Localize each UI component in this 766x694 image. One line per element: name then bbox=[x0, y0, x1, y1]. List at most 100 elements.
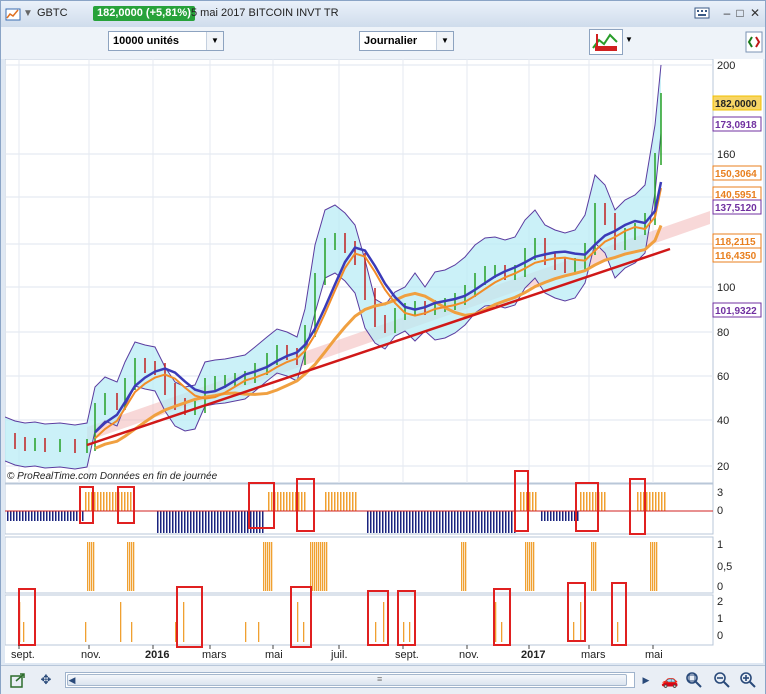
indicator-1-bar bbox=[280, 492, 282, 511]
keyboard-icon[interactable] bbox=[694, 6, 710, 20]
indicator-2-bar bbox=[91, 542, 93, 591]
side-panel-toggle-icon[interactable] bbox=[745, 31, 763, 53]
indicator-1-bar bbox=[655, 492, 657, 511]
indicator-3-bar bbox=[403, 622, 405, 642]
indicator-1-bar bbox=[163, 511, 165, 533]
indicator-1-bar bbox=[472, 511, 474, 533]
indicators-button[interactable] bbox=[589, 29, 623, 55]
symbol-label: GBTC bbox=[37, 7, 68, 19]
indicator-2-axis: 10,50 bbox=[717, 539, 732, 593]
price-label: 182,0000 bbox=[715, 99, 757, 110]
indicator-1-bar bbox=[640, 492, 642, 511]
indicator-1-bar bbox=[562, 511, 564, 521]
scroll-thumb[interactable] bbox=[67, 674, 627, 686]
indicator-1-bar bbox=[19, 511, 21, 521]
price-label: 116,4350 bbox=[715, 251, 757, 262]
chart-area[interactable]: 20016014012010080604020 182,0000173,0918… bbox=[4, 58, 763, 663]
indicator-2-bar bbox=[465, 542, 467, 591]
price-chart[interactable]: 20016014012010080604020 182,0000173,0918… bbox=[4, 58, 763, 663]
indicator-1-bar bbox=[391, 511, 393, 533]
cursor-tool-icon[interactable]: ✥ bbox=[37, 671, 55, 689]
indicator-1-bar bbox=[31, 511, 33, 521]
time-axis: sept. nov. 2016 mars mai juil. sept. nov. 2017 ma… bbox=[11, 645, 663, 661]
indicator-1-bar bbox=[583, 492, 585, 511]
indicator-1-bar bbox=[160, 511, 162, 533]
indicator-1-bar bbox=[652, 492, 654, 511]
zoom-fit-icon[interactable] bbox=[685, 671, 703, 689]
indicator-1-bar bbox=[550, 511, 552, 521]
indicator-1-bar bbox=[73, 511, 75, 521]
price-change-badge: 182,0000 (+5,81%) bbox=[93, 6, 195, 21]
indicator-1-bar bbox=[289, 492, 291, 511]
indicator-1-bar bbox=[415, 511, 417, 533]
indicator-3-bar bbox=[297, 602, 299, 642]
quantity-value: 10000 unités bbox=[113, 35, 180, 47]
price-label: 140,5951 bbox=[715, 190, 757, 201]
indicator-1-bar bbox=[355, 492, 357, 511]
close-button[interactable]: ✕ bbox=[747, 6, 763, 20]
indicator-1-bar bbox=[601, 492, 603, 511]
indicator-1-bar bbox=[520, 492, 522, 511]
price-label: 150,3064 bbox=[715, 169, 757, 180]
indicator-1-bar bbox=[256, 511, 258, 533]
indicator-1-bar bbox=[226, 511, 228, 533]
indicator-2-bar bbox=[650, 542, 652, 591]
indicator-2-bar bbox=[326, 542, 328, 591]
export-icon[interactable] bbox=[9, 671, 27, 689]
car-icon[interactable]: 🚗 bbox=[661, 671, 679, 689]
indicator-1-bar bbox=[55, 511, 57, 521]
chevron-down-icon[interactable]: ▼ bbox=[625, 35, 633, 44]
indicator-2-bar bbox=[591, 542, 593, 591]
indicator-1-bar bbox=[400, 511, 402, 533]
indicator-1-bar bbox=[127, 492, 129, 511]
indicator-1-bar bbox=[7, 511, 9, 521]
indicator-1-bar bbox=[202, 511, 204, 533]
indicator-1-bar bbox=[535, 492, 537, 511]
period-select[interactable]: Journalier ▼ bbox=[359, 31, 454, 51]
indicator-1-bar bbox=[367, 511, 369, 533]
price-label: 137,5120 bbox=[715, 203, 757, 214]
indicator-panel-2[interactable] bbox=[4, 536, 714, 594]
scroll-left-icon[interactable]: ◀ bbox=[63, 671, 81, 689]
indicator-1-bar bbox=[664, 492, 666, 511]
indicator-2-tick: 0 bbox=[717, 581, 723, 593]
indicator-3-bar bbox=[617, 622, 619, 642]
indicator-1-bar bbox=[304, 492, 306, 511]
indicator-1-bar bbox=[190, 511, 192, 533]
price-tick-label: 80 bbox=[717, 327, 729, 339]
indicator-1-bar bbox=[532, 492, 534, 511]
zoom-out-icon[interactable] bbox=[713, 671, 731, 689]
indicator-1-bar bbox=[181, 511, 183, 533]
indicator-3-tick: 2 bbox=[717, 596, 723, 608]
indicator-1-bar bbox=[217, 511, 219, 533]
indicator-1-bar bbox=[223, 511, 225, 533]
indicator-1-bar bbox=[382, 511, 384, 533]
maximize-button[interactable]: □ bbox=[732, 6, 748, 20]
indicator-1-bar bbox=[484, 511, 486, 533]
bottom-scroll-bar: ✥ ◀ ▶ ≡ 🚗 bbox=[1, 665, 765, 694]
indicator-1-bar bbox=[340, 492, 342, 511]
indicator-panel-3[interactable] bbox=[4, 594, 714, 646]
indicator-1-bar bbox=[424, 511, 426, 533]
indicator-1-bar bbox=[661, 492, 663, 511]
indicator-1-bar bbox=[199, 511, 201, 533]
indicator-2-bar bbox=[263, 542, 265, 591]
indicator-1-bar bbox=[649, 492, 651, 511]
indicator-1-bar bbox=[430, 511, 432, 533]
indicator-2-tick: 1 bbox=[717, 539, 723, 551]
price-label: 173,0918 bbox=[715, 120, 757, 131]
indicator-1-bar bbox=[388, 511, 390, 533]
indicator-panel-1[interactable] bbox=[4, 483, 714, 535]
indicator-3-bar bbox=[580, 602, 582, 642]
indicator-1-bar bbox=[454, 511, 456, 533]
indicator-1-bar bbox=[508, 511, 510, 533]
scroll-right-icon[interactable]: ▶ bbox=[637, 671, 655, 689]
quantity-select[interactable]: 10000 unités ▼ bbox=[108, 31, 224, 51]
zoom-in-icon[interactable] bbox=[739, 671, 757, 689]
time-tick-label: sept. bbox=[395, 649, 419, 661]
indicator-2-bar bbox=[312, 542, 314, 591]
indicator-2-bar bbox=[131, 542, 133, 591]
indicator-1-bar bbox=[109, 492, 111, 511]
indicator-2-bar bbox=[531, 542, 533, 591]
indicator-1-bar bbox=[268, 492, 270, 511]
